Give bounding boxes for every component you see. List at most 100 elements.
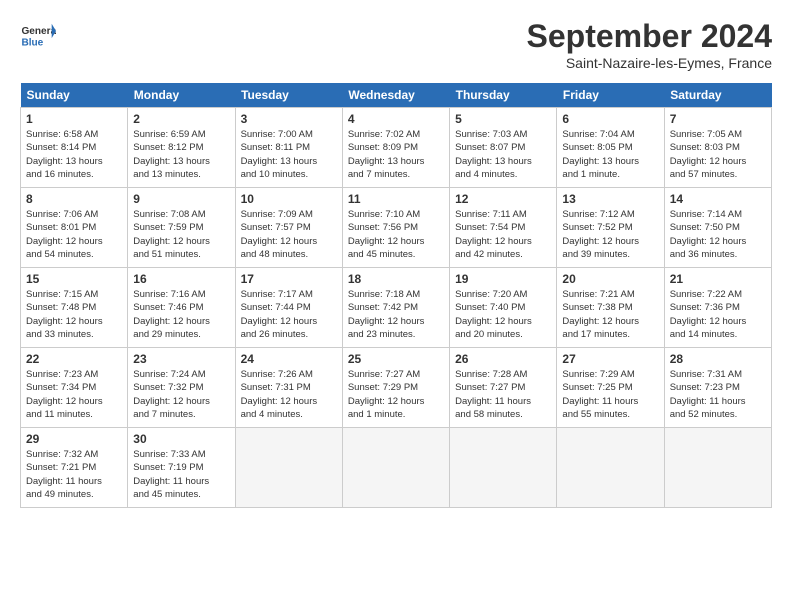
day-detail: Sunrise: 7:03 AMSunset: 8:07 PMDaylight:… bbox=[455, 128, 551, 181]
day-detail: Sunrise: 7:04 AMSunset: 8:05 PMDaylight:… bbox=[562, 128, 658, 181]
day-detail: Sunrise: 7:08 AMSunset: 7:59 PMDaylight:… bbox=[133, 208, 229, 261]
calendar-cell: 7 Sunrise: 7:05 AMSunset: 8:03 PMDaylight… bbox=[664, 108, 771, 188]
day-detail: Sunrise: 7:26 AMSunset: 7:31 PMDaylight:… bbox=[241, 368, 337, 421]
day-number: 9 bbox=[133, 192, 229, 206]
day-number: 24 bbox=[241, 352, 337, 366]
calendar-cell: 29 Sunrise: 7:32 AMSunset: 7:21 PMDayligh… bbox=[21, 428, 128, 508]
day-number: 28 bbox=[670, 352, 766, 366]
col-friday: Friday bbox=[557, 83, 664, 108]
calendar-week-4: 22Sunrise: 7:23 AMSunset: 7:34 PMDayligh… bbox=[21, 348, 772, 428]
day-number: 2 bbox=[133, 112, 229, 126]
col-tuesday: Tuesday bbox=[235, 83, 342, 108]
day-detail: Sunrise: 7:00 AMSunset: 8:11 PMDaylight:… bbox=[241, 128, 337, 181]
day-detail: Sunrise: 6:58 AMSunset: 8:14 PMDaylight:… bbox=[26, 128, 122, 181]
day-detail: Sunrise: 7:21 AMSunset: 7:38 PMDaylight:… bbox=[562, 288, 658, 341]
day-detail: Sunrise: 7:18 AMSunset: 7:42 PMDaylight:… bbox=[348, 288, 444, 341]
calendar-week-1: 1Sunrise: 6:58 AMSunset: 8:14 PMDaylight… bbox=[21, 108, 772, 188]
day-detail: Sunrise: 7:29 AMSunset: 7:25 PMDaylight:… bbox=[562, 368, 658, 421]
logo-icon: General Blue bbox=[20, 18, 56, 54]
calendar-cell: 13Sunrise: 7:12 AMSunset: 7:52 PMDayligh… bbox=[557, 188, 664, 268]
calendar-week-2: 8Sunrise: 7:06 AMSunset: 8:01 PMDaylight… bbox=[21, 188, 772, 268]
day-number: 27 bbox=[562, 352, 658, 366]
col-sunday: Sunday bbox=[21, 83, 128, 108]
month-title: September 2024 bbox=[527, 18, 772, 55]
col-monday: Monday bbox=[128, 83, 235, 108]
day-detail: Sunrise: 7:15 AMSunset: 7:48 PMDaylight:… bbox=[26, 288, 122, 341]
page-container: General Blue September 2024 Saint-Nazair… bbox=[0, 0, 792, 518]
day-detail: Sunrise: 7:10 AMSunset: 7:56 PMDaylight:… bbox=[348, 208, 444, 261]
calendar-week-3: 15 Sunrise: 7:15 AMSunset: 7:48 PMDayligh… bbox=[21, 268, 772, 348]
calendar-cell: 11 Sunrise: 7:10 AMSunset: 7:56 PMDayligh… bbox=[342, 188, 449, 268]
calendar-cell: 10Sunrise: 7:09 AMSunset: 7:57 PMDayligh… bbox=[235, 188, 342, 268]
calendar-cell: 3Sunrise: 7:00 AMSunset: 8:11 PMDaylight… bbox=[235, 108, 342, 188]
day-detail: Sunrise: 7:16 AMSunset: 7:46 PMDaylight:… bbox=[133, 288, 229, 341]
calendar-cell: 26Sunrise: 7:28 AMSunset: 7:27 PMDayligh… bbox=[450, 348, 557, 428]
calendar-cell: 20 Sunrise: 7:21 AMSunset: 7:38 PMDayligh… bbox=[557, 268, 664, 348]
calendar-week-5: 29 Sunrise: 7:32 AMSunset: 7:21 PMDayligh… bbox=[21, 428, 772, 508]
day-number: 20 bbox=[562, 272, 658, 286]
day-number: 22 bbox=[26, 352, 122, 366]
day-number: 6 bbox=[562, 112, 658, 126]
day-detail: Sunrise: 7:14 AMSunset: 7:50 PMDaylight:… bbox=[670, 208, 766, 261]
day-detail: Sunrise: 7:22 AMSunset: 7:36 PMDaylight:… bbox=[670, 288, 766, 341]
day-number: 16 bbox=[133, 272, 229, 286]
calendar-cell: 25 Sunrise: 7:27 AMSunset: 7:29 PMDayligh… bbox=[342, 348, 449, 428]
calendar-cell: 12 Sunrise: 7:11 AMSunset: 7:54 PMDayligh… bbox=[450, 188, 557, 268]
day-detail: Sunrise: 7:17 AMSunset: 7:44 PMDaylight:… bbox=[241, 288, 337, 341]
svg-text:Blue: Blue bbox=[21, 37, 43, 48]
day-detail: Sunrise: 7:32 AMSunset: 7:21 PMDaylight:… bbox=[26, 448, 122, 501]
calendar-cell bbox=[557, 428, 664, 508]
calendar-cell bbox=[342, 428, 449, 508]
calendar-cell: 23 Sunrise: 7:24 AMSunset: 7:32 PMDayligh… bbox=[128, 348, 235, 428]
day-number: 7 bbox=[670, 112, 766, 126]
calendar-cell: 27 Sunrise: 7:29 AMSunset: 7:25 PMDayligh… bbox=[557, 348, 664, 428]
day-detail: Sunrise: 7:27 AMSunset: 7:29 PMDaylight:… bbox=[348, 368, 444, 421]
day-number: 4 bbox=[348, 112, 444, 126]
title-block: September 2024 Saint-Nazaire-les-Eymes, … bbox=[527, 18, 772, 71]
day-detail: Sunrise: 7:20 AMSunset: 7:40 PMDaylight:… bbox=[455, 288, 551, 341]
day-number: 30 bbox=[133, 432, 229, 446]
day-detail: Sunrise: 7:33 AMSunset: 7:19 PMDaylight:… bbox=[133, 448, 229, 501]
day-number: 8 bbox=[26, 192, 122, 206]
calendar-table: Sunday Monday Tuesday Wednesday Thursday… bbox=[20, 83, 772, 508]
calendar-cell: 19Sunrise: 7:20 AMSunset: 7:40 PMDayligh… bbox=[450, 268, 557, 348]
day-number: 21 bbox=[670, 272, 766, 286]
day-number: 23 bbox=[133, 352, 229, 366]
day-number: 14 bbox=[670, 192, 766, 206]
day-detail: Sunrise: 7:02 AMSunset: 8:09 PMDaylight:… bbox=[348, 128, 444, 181]
calendar-cell: 15 Sunrise: 7:15 AMSunset: 7:48 PMDayligh… bbox=[21, 268, 128, 348]
day-number: 17 bbox=[241, 272, 337, 286]
day-detail: Sunrise: 7:24 AMSunset: 7:32 PMDaylight:… bbox=[133, 368, 229, 421]
col-wednesday: Wednesday bbox=[342, 83, 449, 108]
day-number: 15 bbox=[26, 272, 122, 286]
calendar-cell: 2 Sunrise: 6:59 AMSunset: 8:12 PMDaylight… bbox=[128, 108, 235, 188]
day-number: 25 bbox=[348, 352, 444, 366]
calendar-cell: 22Sunrise: 7:23 AMSunset: 7:34 PMDayligh… bbox=[21, 348, 128, 428]
calendar-cell: 4 Sunrise: 7:02 AMSunset: 8:09 PMDaylight… bbox=[342, 108, 449, 188]
calendar-cell: 8Sunrise: 7:06 AMSunset: 8:01 PMDaylight… bbox=[21, 188, 128, 268]
calendar-body: 1Sunrise: 6:58 AMSunset: 8:14 PMDaylight… bbox=[21, 108, 772, 508]
col-thursday: Thursday bbox=[450, 83, 557, 108]
day-number: 18 bbox=[348, 272, 444, 286]
day-number: 29 bbox=[26, 432, 122, 446]
calendar-cell bbox=[235, 428, 342, 508]
day-number: 11 bbox=[348, 192, 444, 206]
calendar-cell: 16 Sunrise: 7:16 AMSunset: 7:46 PMDayligh… bbox=[128, 268, 235, 348]
calendar-cell bbox=[450, 428, 557, 508]
logo: General Blue bbox=[20, 18, 56, 54]
day-detail: Sunrise: 7:09 AMSunset: 7:57 PMDaylight:… bbox=[241, 208, 337, 261]
calendar-header-row: Sunday Monday Tuesday Wednesday Thursday… bbox=[21, 83, 772, 108]
day-detail: Sunrise: 7:31 AMSunset: 7:23 PMDaylight:… bbox=[670, 368, 766, 421]
calendar-cell: 30 Sunrise: 7:33 AMSunset: 7:19 PMDayligh… bbox=[128, 428, 235, 508]
calendar-cell: 14 Sunrise: 7:14 AMSunset: 7:50 PMDayligh… bbox=[664, 188, 771, 268]
day-detail: Sunrise: 7:11 AMSunset: 7:54 PMDaylight:… bbox=[455, 208, 551, 261]
day-number: 13 bbox=[562, 192, 658, 206]
page-header: General Blue September 2024 Saint-Nazair… bbox=[20, 18, 772, 71]
day-detail: Sunrise: 7:28 AMSunset: 7:27 PMDaylight:… bbox=[455, 368, 551, 421]
calendar-cell: 6 Sunrise: 7:04 AMSunset: 8:05 PMDaylight… bbox=[557, 108, 664, 188]
calendar-cell: 28 Sunrise: 7:31 AMSunset: 7:23 PMDayligh… bbox=[664, 348, 771, 428]
day-detail: Sunrise: 7:05 AMSunset: 8:03 PMDaylight:… bbox=[670, 128, 766, 181]
day-detail: Sunrise: 6:59 AMSunset: 8:12 PMDaylight:… bbox=[133, 128, 229, 181]
day-number: 12 bbox=[455, 192, 551, 206]
calendar-cell: 17 Sunrise: 7:17 AMSunset: 7:44 PMDayligh… bbox=[235, 268, 342, 348]
